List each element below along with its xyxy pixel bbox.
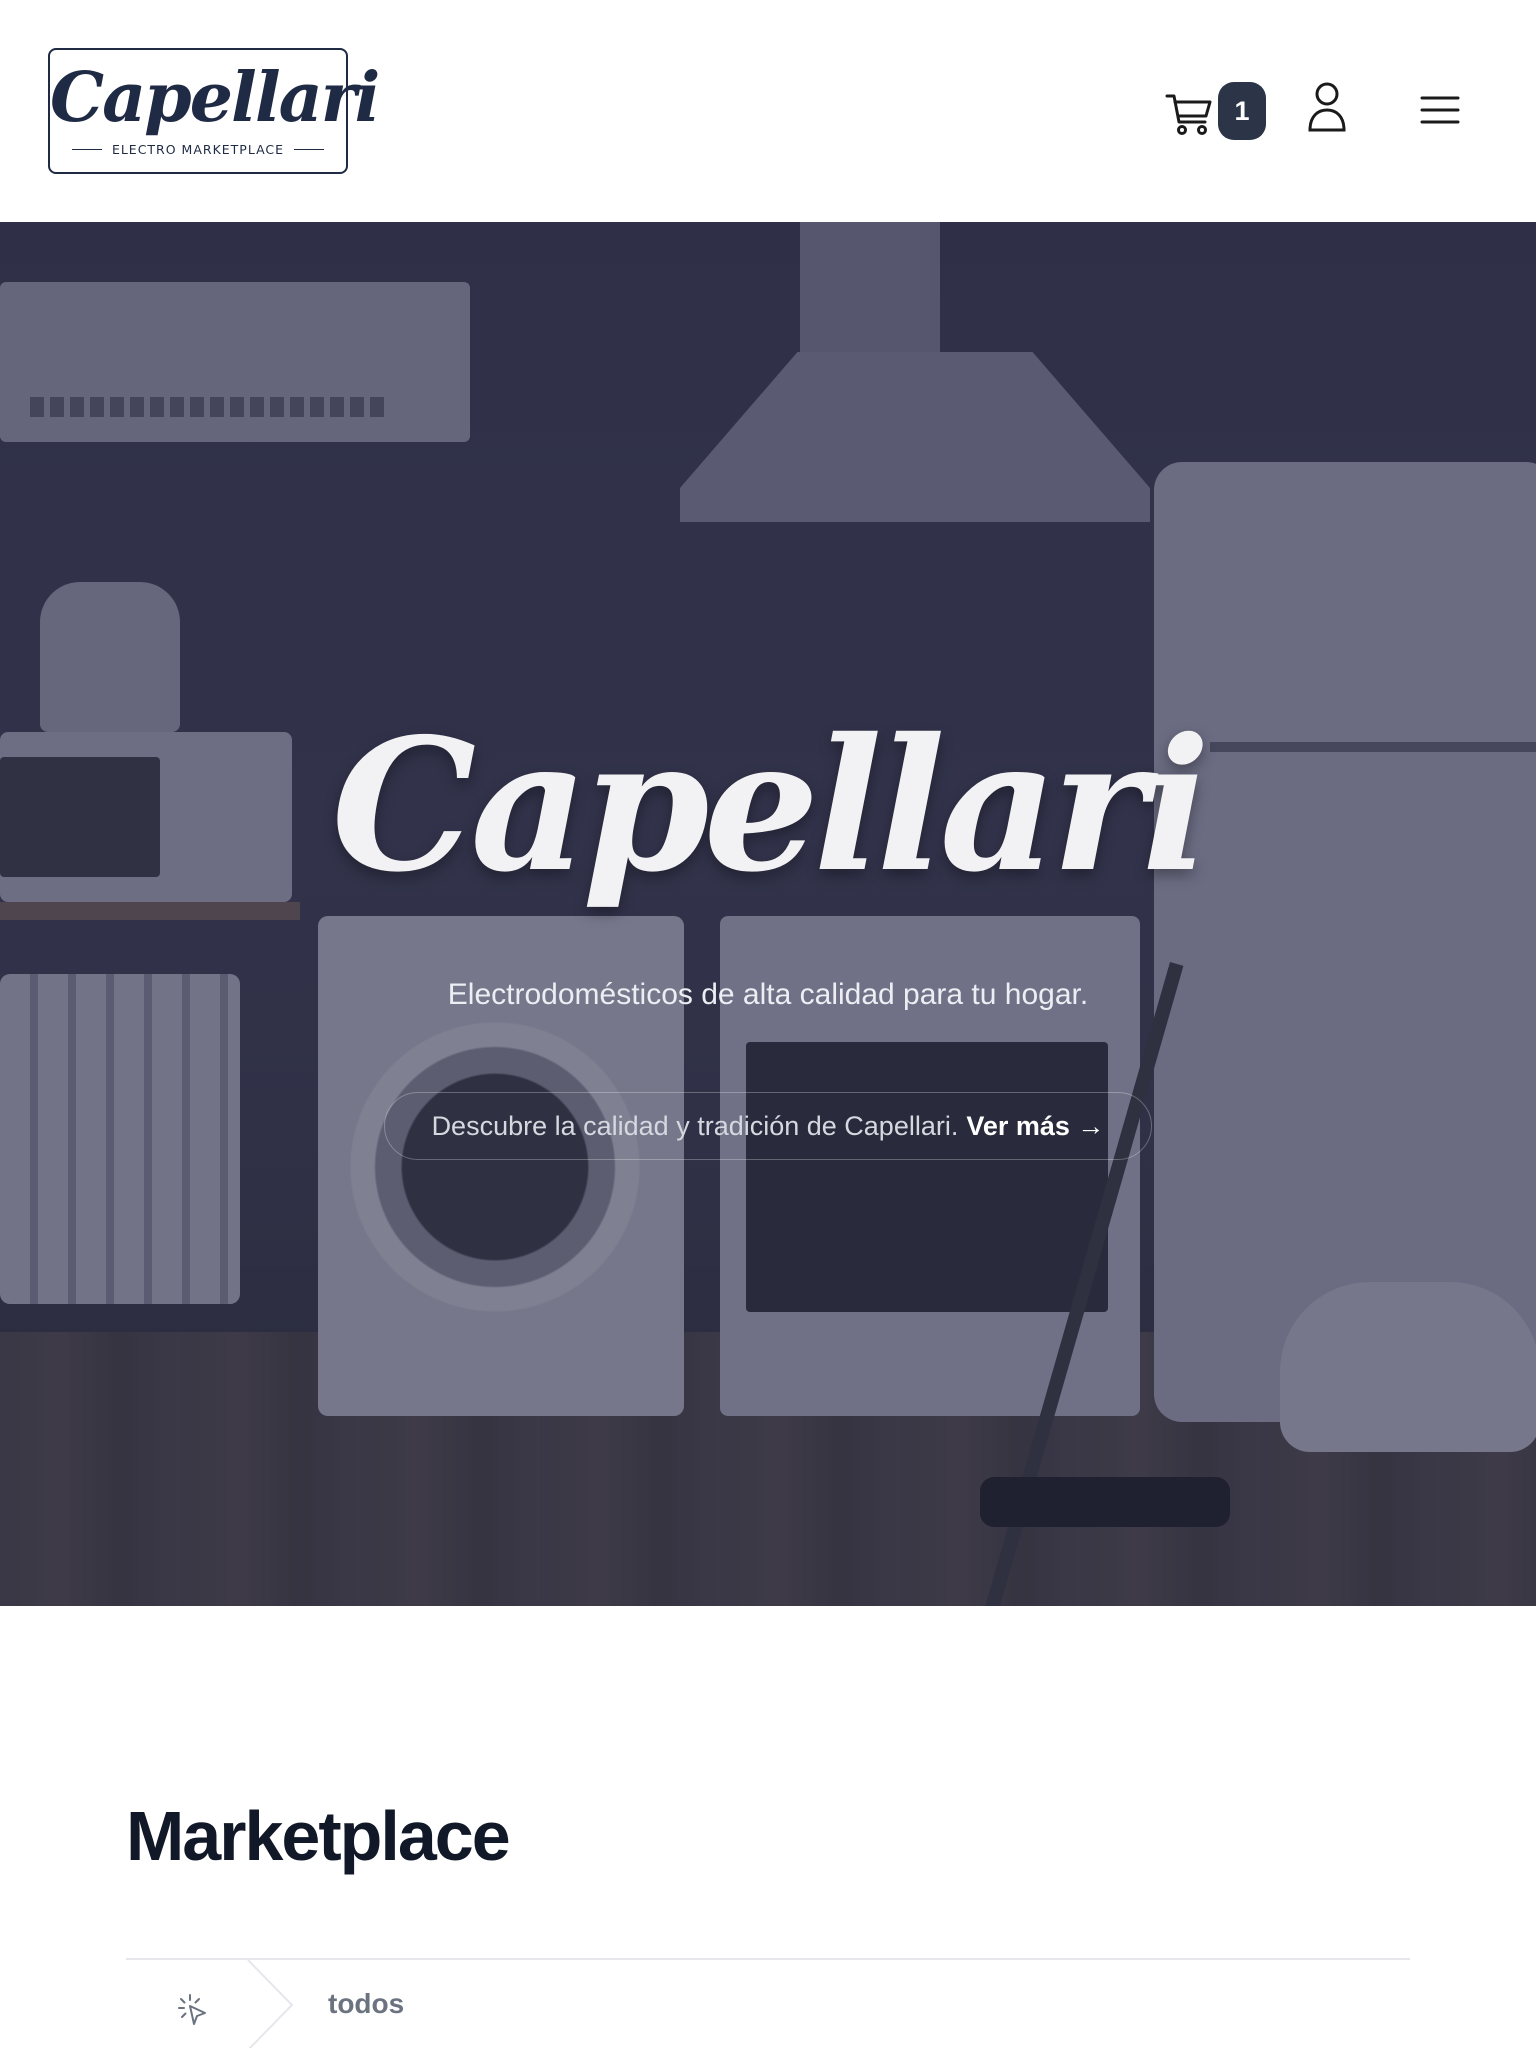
tagline-rule-left: [71, 148, 102, 151]
menu-button[interactable]: [1418, 90, 1462, 130]
hero-banner: Capellari Electrodomésticos de alta cali…: [0, 222, 1536, 1606]
account-button[interactable]: [1302, 80, 1352, 136]
tagline-rule-right: [294, 148, 325, 151]
logo-wordmark: Capellari: [50, 58, 380, 138]
cart-count-badge: 1: [1218, 82, 1266, 140]
logo-tagline: ELECTRO MARKETPLACE: [50, 142, 346, 157]
see-more-link[interactable]: Ver más →: [966, 1111, 1104, 1142]
user-icon: [1302, 82, 1352, 140]
cart-button[interactable]: 1: [1158, 82, 1270, 146]
marketplace-title: Marketplace: [126, 1797, 511, 1875]
logo-tagline-text: ELECTRO MARKETPLACE: [111, 142, 285, 157]
hero-pill-text: Descubre la calidad y tradición de Capel…: [431, 1110, 959, 1141]
breadcrumb-separator: [246, 1959, 296, 2048]
hero-subtitle: Electrodomésticos de alta calidad para t…: [447, 978, 1089, 1011]
cart-icon: [1164, 88, 1214, 138]
cursor-click-icon[interactable]: [176, 1992, 212, 2028]
breadcrumb-current-category[interactable]: todos: [328, 1988, 404, 2020]
marketplace-section: Marketplace todos: [0, 1606, 1536, 2048]
hamburger-menu-icon: [1418, 96, 1462, 134]
category-breadcrumb: todos: [126, 1958, 1410, 2048]
brand-logo[interactable]: Capellari ELECTRO MARKETPLACE: [48, 48, 380, 174]
hero-announcement-pill: Descubre la calidad y tradición de Capel…: [384, 1092, 1152, 1160]
site-header: Capellari ELECTRO MARKETPLACE 1: [0, 0, 1536, 222]
hero-title: Capellari: [331, 698, 1210, 912]
